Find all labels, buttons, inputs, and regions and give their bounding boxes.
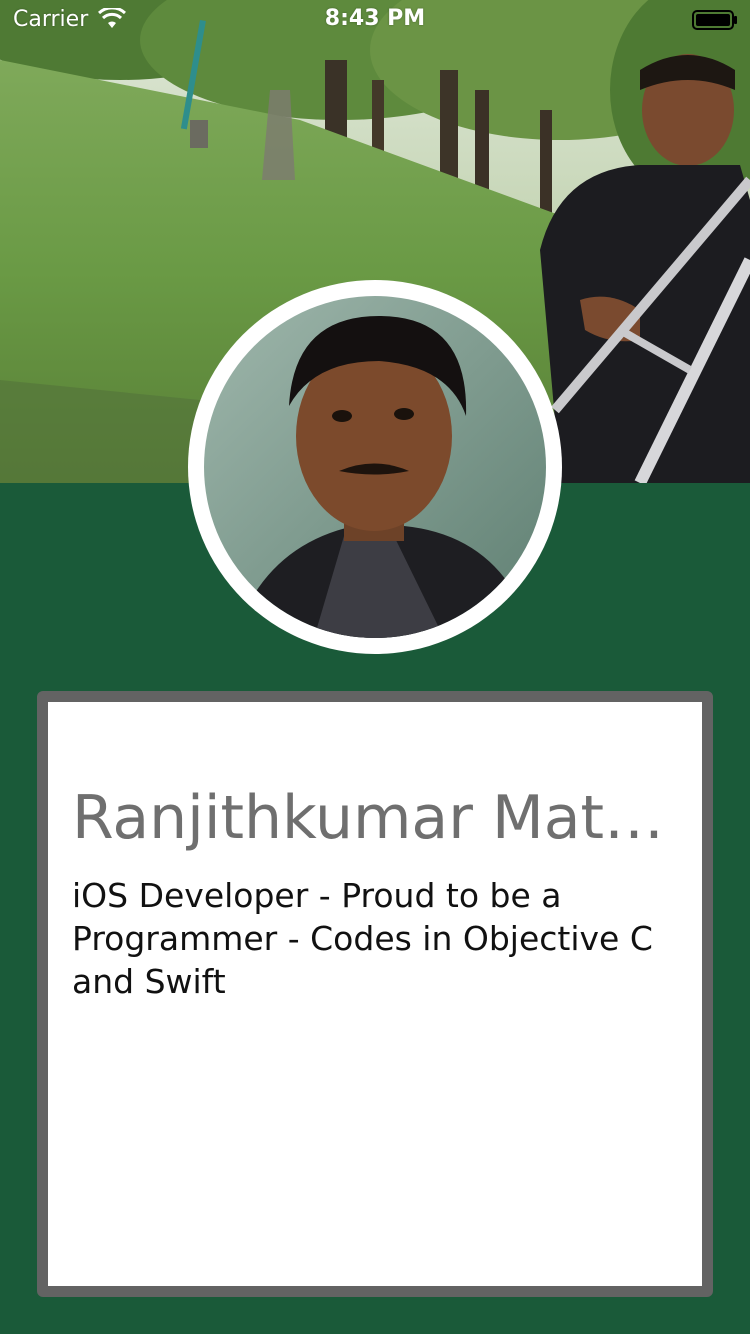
status-bar: Carrier 8:43 PM xyxy=(0,0,750,40)
profile-photo xyxy=(204,296,546,638)
profile-name: Ranjithkumar Math... xyxy=(72,783,682,853)
status-time: 8:43 PM xyxy=(324,6,426,31)
avatar[interactable] xyxy=(188,280,562,654)
profile-bio: iOS Developer - Proud to be a Programmer… xyxy=(72,876,653,1001)
profile-card: Ranjithkumar Math... iOS Developer - Pro… xyxy=(37,691,713,1297)
profile-photo-icon xyxy=(204,296,546,638)
battery-icon xyxy=(692,10,737,30)
